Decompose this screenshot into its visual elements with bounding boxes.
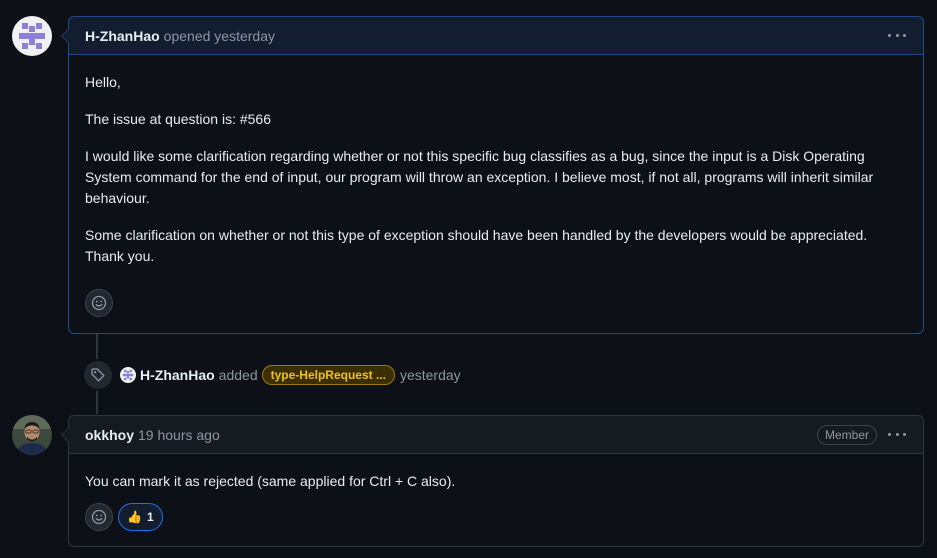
actor-avatar[interactable] [120, 367, 136, 383]
timeline-line-top [96, 334, 98, 360]
comment-header: H-ZhanHao opened yesterday [69, 17, 923, 55]
identicon-avatar [120, 367, 136, 383]
label-pill[interactable]: type-HelpRequest ... [261, 365, 395, 385]
commenter-avatar[interactable] [12, 415, 52, 455]
thumbs-up-reaction[interactable]: 👍 1 [118, 503, 163, 531]
comment-body: You can mark it as rejected (same applie… [69, 454, 923, 503]
reactions-bar [69, 289, 129, 331]
comment-line: Some clarification on whether or not thi… [85, 227, 868, 243]
comment-paragraph: Some clarification on whether or not thi… [85, 225, 907, 267]
event-badge [82, 359, 114, 391]
issue-description-comment: H-ZhanHao opened yesterday Hello, The is… [61, 16, 924, 334]
comment-paragraph: Hello, [85, 74, 121, 90]
add-reaction-button[interactable] [85, 289, 113, 317]
smiley-icon [91, 509, 107, 525]
thumbs-up-icon: 👍 [127, 510, 142, 524]
comment-pointer [61, 28, 69, 44]
comment-paragraph: You can mark it as rejected (same applie… [85, 473, 456, 489]
label-added-event: H-ZhanHao added type-HelpRequest ... yes… [82, 358, 461, 392]
identicon-avatar [12, 16, 52, 56]
comment-header: okkhoy 19 hours ago Member [69, 416, 923, 454]
user-photo-avatar [12, 415, 52, 455]
comment-pointer [61, 427, 69, 443]
author-avatar[interactable] [12, 16, 52, 56]
event-timestamp[interactable]: yesterday [400, 367, 461, 383]
issue-timeline: H-ZhanHao opened yesterday Hello, The is… [0, 0, 937, 558]
event-action: added [218, 367, 258, 383]
reactions-bar: 👍 1 [69, 503, 923, 545]
comment-author[interactable]: H-ZhanHao [85, 28, 160, 44]
header-actions: Member [816, 424, 907, 445]
comment-timestamp[interactable]: 19 hours ago [138, 427, 220, 443]
comment-paragraph: The issue at question is: #566 [85, 111, 272, 127]
add-reaction-button[interactable] [85, 503, 113, 531]
reaction-count: 1 [146, 510, 154, 524]
comment-author[interactable]: okkhoy [85, 427, 134, 443]
smiley-icon [91, 295, 107, 311]
kebab-horizontal-icon[interactable] [887, 427, 907, 443]
comment-line: Thank you. [85, 248, 155, 264]
member-badge: Member [816, 424, 877, 445]
timeline-line-bottom [96, 390, 98, 414]
comment-body: Hello, The issue at question is: #566 I … [69, 55, 923, 281]
header-actions [887, 28, 907, 44]
comment-timestamp[interactable]: opened yesterday [164, 28, 275, 44]
comment-paragraph: I would like some clarification regardin… [85, 148, 874, 206]
reply-comment: okkhoy 19 hours ago Member You can mark … [61, 415, 924, 547]
tag-icon [91, 368, 105, 382]
event-actor[interactable]: H-ZhanHao [140, 367, 215, 383]
kebab-horizontal-icon[interactable] [887, 28, 907, 44]
